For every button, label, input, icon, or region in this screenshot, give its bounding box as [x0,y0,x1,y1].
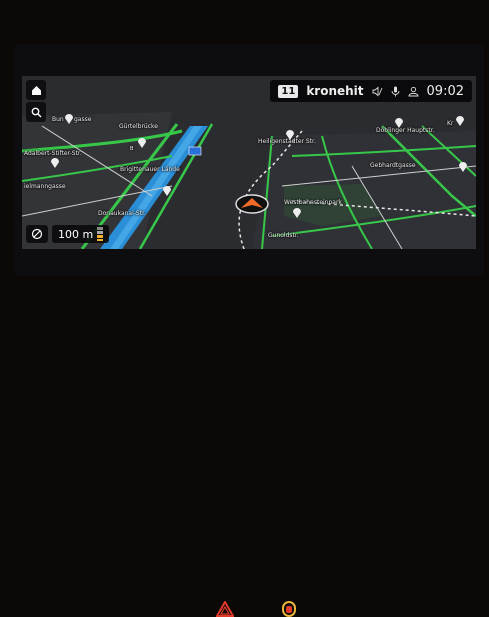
map-label-manngasse: ielmanngasse [24,183,66,190]
car-dashboard-photo: B Bun gasse Gürtelbrücke Adalbert-Stifte… [0,0,489,617]
map-label-gurtelbrucke: Gürtelbrücke [119,123,158,130]
map-label-donaukanal: Donaukanal-Str. [98,210,146,217]
poi-pin-icon[interactable] [394,116,404,128]
search-icon [31,107,41,117]
home-button[interactable] [26,80,46,100]
scale-label: 100 m [58,227,94,241]
map-label-gasse: gasse [74,116,92,123]
poi-pin-icon[interactable] [455,114,465,126]
radio-station[interactable]: kronehit [306,84,363,98]
poi-pin-icon[interactable] [285,128,295,140]
poi-pin-icon[interactable] [162,184,172,196]
poi-pin-icon[interactable] [458,160,468,172]
speaker-muted-icon[interactable] [372,86,383,97]
map-label-gebhardtgasse: Gebhardtgasse [370,162,416,169]
map-scale[interactable]: 100 m [52,225,110,243]
user-icon[interactable] [408,86,419,97]
airbag-indicator-icon[interactable] [282,601,296,617]
map-label-bun: Bun [52,116,64,123]
map-label-westbahnsteinpark: Westbahnsteinpark [284,199,342,206]
status-bar: 11 kronehit 09:02 [270,80,472,102]
center-console [0,290,489,617]
clock: 09:02 [426,83,464,99]
mute-guidance-button[interactable] [26,225,48,243]
microphone-icon[interactable] [391,86,400,97]
mute-icon [31,228,43,240]
map-label-gunoldstr: Gunoldstr. [268,232,299,239]
route-badge: B [130,146,134,152]
zoom-level-icon [97,227,104,241]
poi-pin-icon[interactable] [292,206,302,218]
map-label-brigittenauer: Brigittenauer Lände [120,166,180,173]
poi-pin-icon[interactable] [64,112,74,124]
search-button[interactable] [26,102,46,122]
poi-pin-icon[interactable] [137,136,147,148]
home-icon [31,85,41,95]
navigation-screen: B Bun gasse Gürtelbrücke Adalbert-Stifte… [22,76,476,249]
hazard-warning-icon[interactable] [216,601,234,617]
preset-number: 11 [278,84,299,98]
map-label-kr: Kr [447,120,454,127]
map-label-doblinger: Döblinger Hauptstr. [376,127,435,134]
poi-pin-icon[interactable] [50,156,60,168]
